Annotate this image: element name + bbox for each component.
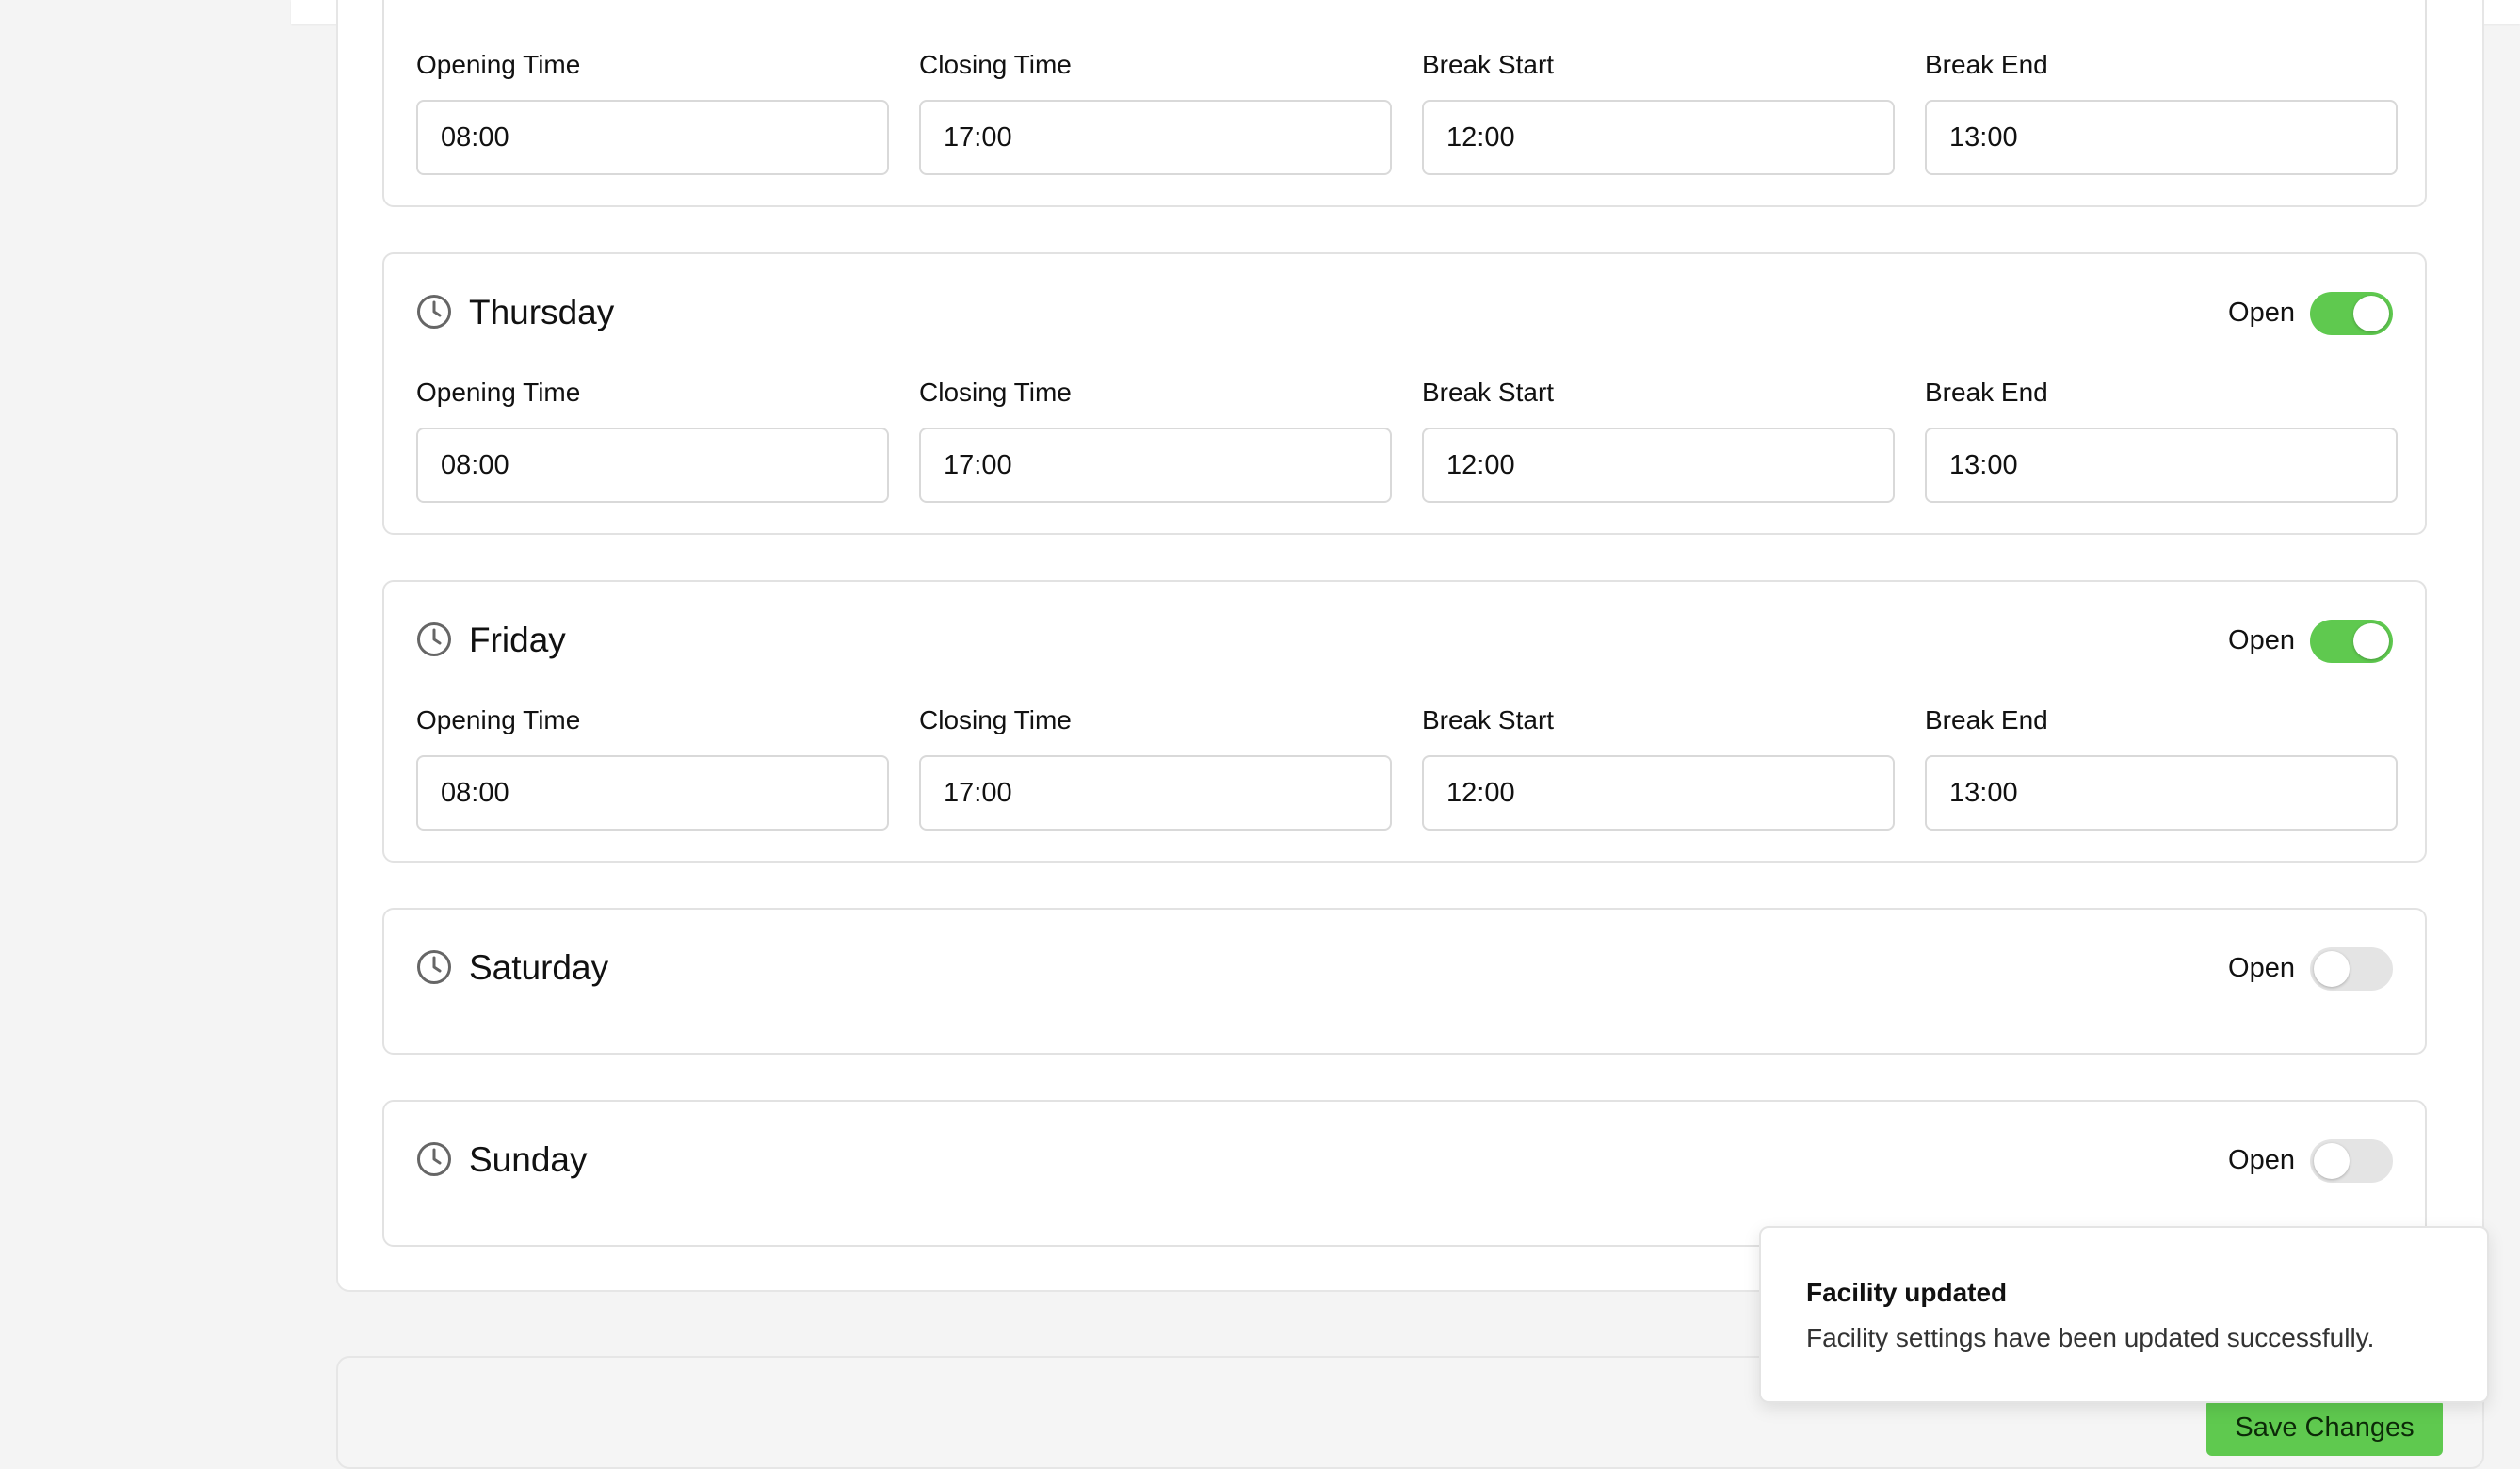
break-end-label: Break End (1925, 378, 2048, 407)
clock-icon (416, 294, 452, 330)
break-start-field: Break Start 12:00 (1422, 49, 1895, 175)
break-start-input[interactable]: 12:00 (1422, 100, 1895, 175)
opening-time-input[interactable]: 08:00 (416, 428, 889, 503)
toggle-knob (2353, 623, 2389, 659)
break-start-label: Break Start (1422, 378, 1555, 407)
day-header: Friday Open (416, 620, 2393, 663)
day-card-thursday: Thursday Open Opening Time 08:00 Closing… (382, 252, 2427, 535)
break-start-field: Break Start 12:00 (1422, 377, 1895, 503)
break-end-label: Break End (1925, 705, 2048, 734)
closing-time-label: Closing Time (919, 378, 1072, 407)
break-end-input[interactable]: 13:00 (1925, 100, 2398, 175)
day-title: Saturday (469, 948, 609, 987)
break-start-input[interactable]: 12:00 (1422, 755, 1895, 831)
closing-time-field: Closing Time 17:00 (919, 704, 1392, 831)
open-label: Open (2228, 298, 2295, 328)
opening-time-field: Opening Time 08:00 (416, 377, 889, 503)
opening-time-field: Opening Time 08:00 (416, 704, 889, 831)
day-card-sunday: Sunday Open (382, 1100, 2427, 1247)
day-card-friday: Friday Open Opening Time 08:00 Closing T… (382, 580, 2427, 863)
opening-time-label: Opening Time (416, 50, 581, 79)
break-start-input[interactable]: 12:00 (1422, 428, 1895, 503)
closing-time-label: Closing Time (919, 50, 1072, 79)
toggle-knob (2314, 951, 2350, 987)
day-header: Saturday Open (416, 947, 2393, 991)
break-end-input[interactable]: 13:00 (1925, 428, 2398, 503)
closing-time-input[interactable]: 17:00 (919, 100, 1392, 175)
open-toggle[interactable] (2310, 620, 2393, 663)
break-start-label: Break Start (1422, 50, 1555, 79)
clock-icon (416, 1141, 452, 1177)
open-toggle[interactable] (2310, 1139, 2393, 1183)
day-header: Thursday Open (416, 292, 2393, 335)
open-label: Open (2228, 1145, 2295, 1175)
open-label: Open (2228, 953, 2295, 983)
break-end-input[interactable]: 13:00 (1925, 755, 2398, 831)
closing-time-input[interactable]: 17:00 (919, 755, 1392, 831)
open-label: Open (2228, 625, 2295, 655)
day-title: Friday (469, 621, 566, 659)
opening-time-input[interactable]: 08:00 (416, 100, 889, 175)
save-changes-button[interactable]: Save Changes (2206, 1399, 2443, 1456)
closing-time-field: Closing Time 17:00 (919, 377, 1392, 503)
clock-icon (416, 622, 452, 657)
open-toggle[interactable] (2310, 947, 2393, 991)
day-card-saturday: Saturday Open (382, 908, 2427, 1055)
break-end-field: Break End 13:00 (1925, 377, 2398, 503)
toast-description: Facility settings have been updated succ… (1806, 1323, 2375, 1352)
day-header: Sunday Open (416, 1139, 2393, 1183)
opening-time-field: Opening Time 08:00 (416, 49, 889, 175)
toggle-knob (2314, 1143, 2350, 1179)
break-start-field: Break Start 12:00 (1422, 704, 1895, 831)
break-start-label: Break Start (1422, 705, 1555, 734)
opening-time-label: Opening Time (416, 705, 581, 734)
closing-time-field: Closing Time 17:00 (919, 49, 1392, 175)
toggle-knob (2353, 296, 2389, 331)
day-title: Thursday (469, 293, 615, 331)
break-end-field: Break End 13:00 (1925, 704, 2398, 831)
clock-icon (416, 949, 452, 985)
day-title: Sunday (469, 1140, 588, 1179)
opening-time-label: Opening Time (416, 378, 581, 407)
open-toggle[interactable] (2310, 292, 2393, 335)
closing-time-input[interactable]: 17:00 (919, 428, 1392, 503)
day-card-wednesday: Opening Time 08:00 Closing Time 17:00 Br… (382, 0, 2427, 207)
toast-title: Facility updated (1806, 1278, 2008, 1307)
break-end-label: Break End (1925, 50, 2048, 79)
toast-notification: Facility updated Facility settings have … (1759, 1226, 2489, 1403)
closing-time-label: Closing Time (919, 705, 1072, 734)
opening-time-input[interactable]: 08:00 (416, 755, 889, 831)
break-end-field: Break End 13:00 (1925, 49, 2398, 175)
